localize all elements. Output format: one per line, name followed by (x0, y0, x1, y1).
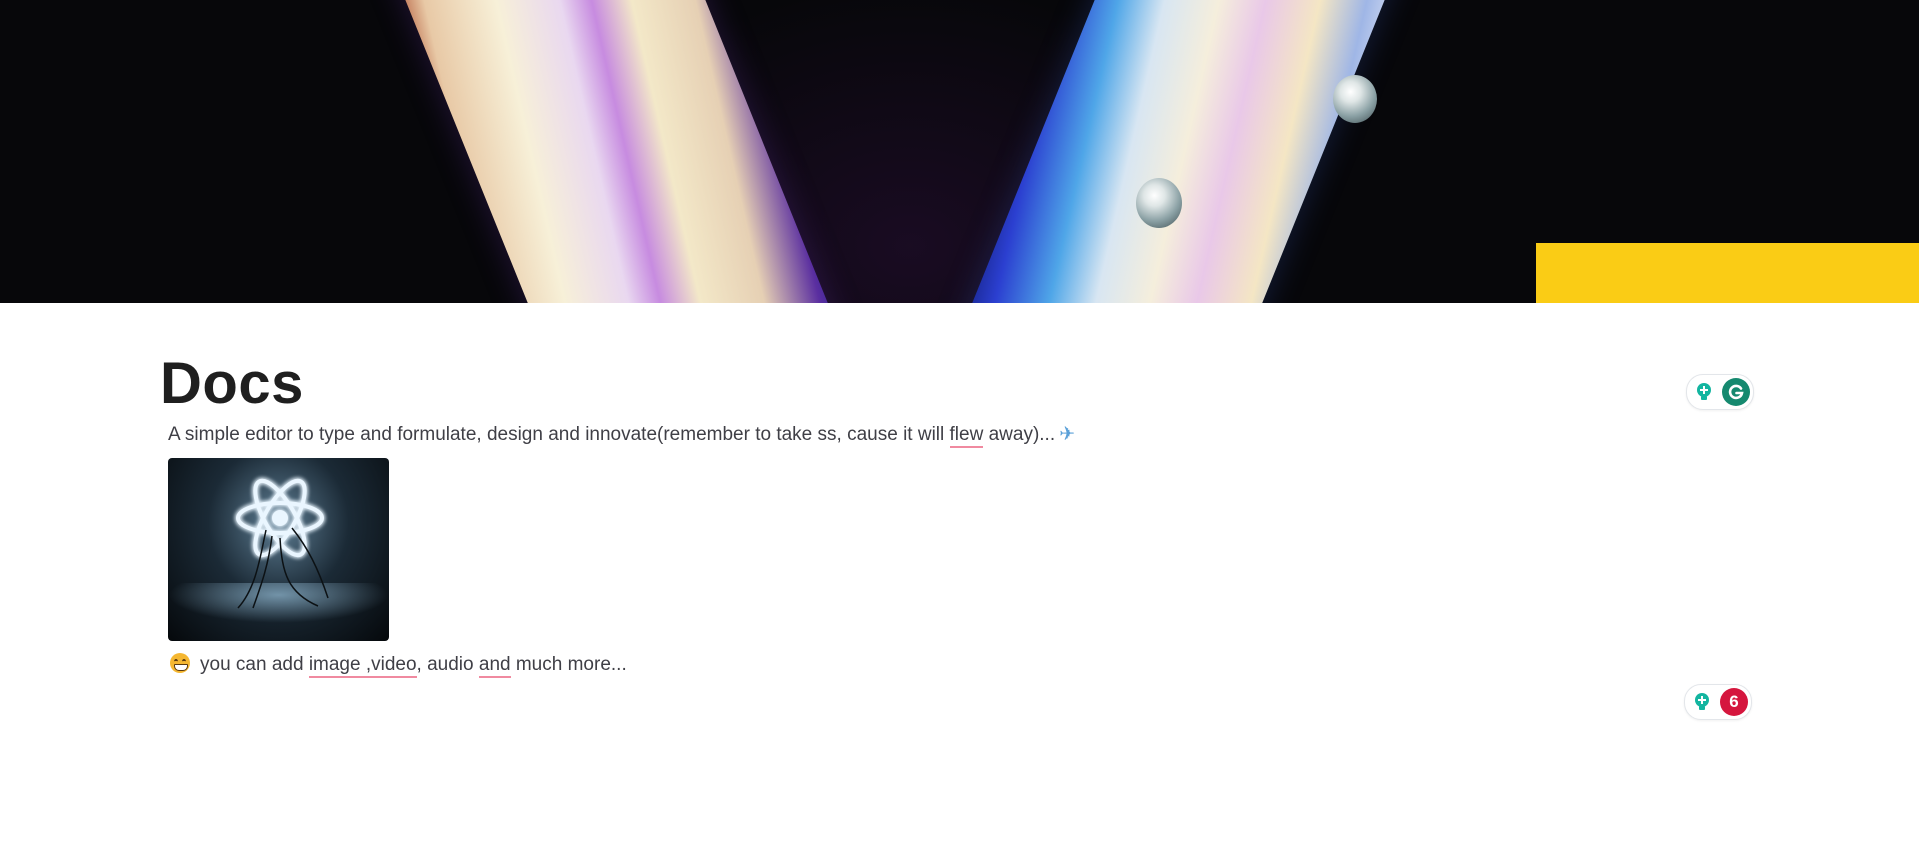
page-title[interactable]: Docs (160, 351, 304, 417)
description-text-end: away)... (983, 424, 1056, 445)
cover-accent-bar (1536, 243, 1919, 303)
spelling-error-and[interactable]: and (478, 654, 511, 678)
spelling-error-image-video[interactable]: image ,video (308, 654, 417, 678)
react-atom-icon (236, 478, 329, 609)
media-note-paragraph[interactable]: you can add image ,video, audio and much… (170, 652, 627, 678)
grammar-assistant-widget[interactable] (1686, 374, 1754, 410)
airplane-icon: ✈ (1059, 423, 1076, 445)
media-note-text-middle: , audio (416, 654, 479, 675)
water-drop (1136, 178, 1182, 228)
media-note-text-suffix: much more... (510, 654, 627, 675)
lightbulb-icon[interactable] (1693, 381, 1715, 403)
grammarly-g-icon[interactable] (1722, 378, 1750, 406)
error-count-badge[interactable]: 6 (1720, 688, 1748, 716)
description-paragraph[interactable]: A simple editor to type and formulate, d… (168, 421, 1075, 448)
cover-image[interactable] (0, 0, 1919, 303)
media-note-text: you can add (200, 654, 309, 675)
description-text: A simple editor to type and formulate, d… (168, 424, 950, 445)
lightbulb-icon[interactable] (1691, 691, 1713, 713)
grinning-face-icon (170, 653, 190, 673)
water-drop (1333, 75, 1377, 123)
spelling-error-flew[interactable]: flew (949, 424, 984, 448)
grammarly-logo-icon (1728, 384, 1744, 400)
react-logo-image[interactable] (168, 458, 389, 641)
grammar-error-widget[interactable]: 6 (1684, 684, 1752, 720)
